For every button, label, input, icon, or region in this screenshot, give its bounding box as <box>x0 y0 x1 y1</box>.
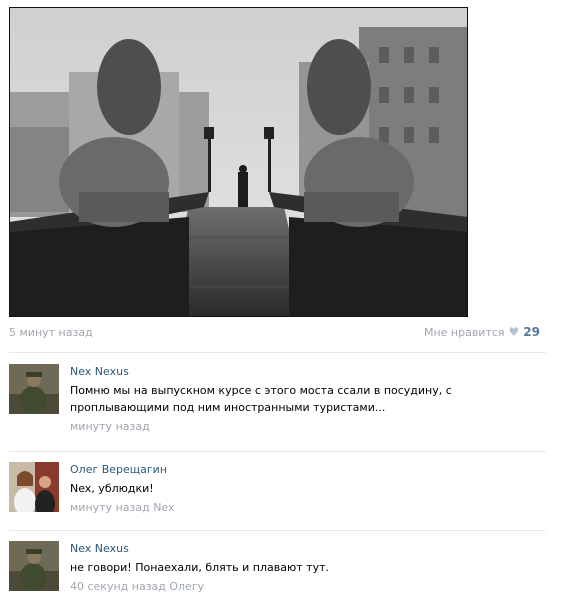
comment-author[interactable]: Nex Nexus <box>70 541 548 556</box>
comment-text: не говори! Понаехали, блять и плавают ту… <box>70 561 329 574</box>
divider <box>9 352 546 353</box>
avatar[interactable] <box>9 364 59 414</box>
heart-icon: ♥ <box>508 325 520 339</box>
comment-item: Олег Верещагин Nex, ублюдки! минуту наза… <box>9 462 549 522</box>
divider <box>9 530 546 531</box>
comment-date[interactable]: минуту назад Nex <box>70 500 548 515</box>
divider <box>9 451 546 452</box>
post-time[interactable]: 5 минут назад <box>9 326 93 339</box>
post-photo[interactable] <box>9 7 468 317</box>
comment-item: Nex Nexus Помню мы на выпускном курсе с … <box>9 364 549 444</box>
comment-date[interactable]: минуту назад <box>70 419 548 434</box>
comment-author[interactable]: Nex Nexus <box>70 364 548 379</box>
like-button[interactable]: Мне нравится ♥ 29 <box>424 325 540 339</box>
comment-text: Nex, ублюдки! <box>70 482 154 495</box>
avatar[interactable] <box>9 541 59 591</box>
comment-text: Помню мы на выпускном курсе с этого мост… <box>70 384 452 414</box>
like-count[interactable]: 29 <box>523 325 540 339</box>
comment-item: Nex Nexus не говори! Понаехали, блять и … <box>9 541 549 601</box>
avatar[interactable] <box>9 462 59 512</box>
post-meta: 5 минут назад Мне нравится ♥ 29 <box>9 325 544 343</box>
comment-date[interactable]: 40 секунд назад Олегу <box>70 579 548 594</box>
like-label: Мне нравится <box>423 325 505 339</box>
comment-author[interactable]: Олег Верещагин <box>70 462 548 477</box>
